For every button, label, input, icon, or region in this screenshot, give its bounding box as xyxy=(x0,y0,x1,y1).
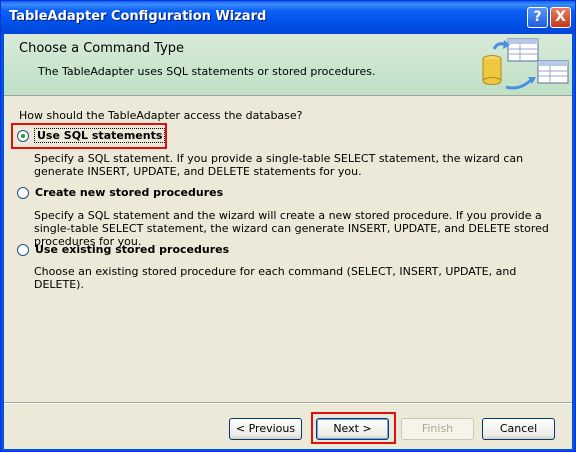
access-question: How should the TableAdapter access the d… xyxy=(19,109,303,122)
option-label[interactable]: Use existing stored procedures xyxy=(35,243,229,256)
wizard-header: Choose a Command Type The TableAdapter u… xyxy=(4,34,572,96)
previous-button[interactable]: < Previous xyxy=(229,418,302,440)
wizard-window: TableAdapter Configuration Wizard ? X Ch… xyxy=(0,0,576,452)
option-description: Specify a SQL statement. If you provide … xyxy=(34,152,524,178)
radio-button[interactable] xyxy=(17,244,29,256)
page-title: Choose a Command Type xyxy=(19,41,185,56)
radio-selected-dot xyxy=(21,134,25,138)
radio-button[interactable] xyxy=(17,130,29,142)
radio-button[interactable] xyxy=(17,187,29,199)
page-subtitle: The TableAdapter uses SQL statements or … xyxy=(38,65,376,78)
close-button[interactable]: X xyxy=(550,7,571,28)
option-label[interactable]: Use SQL statements xyxy=(33,128,166,143)
wizard-body: Choose a Command Type The TableAdapter u… xyxy=(4,34,572,449)
database-table-icon xyxy=(482,38,569,90)
window-title: TableAdapter Configuration Wizard xyxy=(9,9,267,24)
footer-separator xyxy=(4,402,572,404)
next-button[interactable]: Next > xyxy=(316,418,389,440)
finish-button: Finish xyxy=(401,418,474,440)
option-label[interactable]: Create new stored procedures xyxy=(35,186,223,199)
help-button[interactable]: ? xyxy=(527,7,548,28)
cancel-button[interactable]: Cancel xyxy=(482,418,555,440)
option-description: Choose an existing stored procedure for … xyxy=(34,265,517,291)
title-bar[interactable]: TableAdapter Configuration Wizard ? X xyxy=(1,1,575,34)
